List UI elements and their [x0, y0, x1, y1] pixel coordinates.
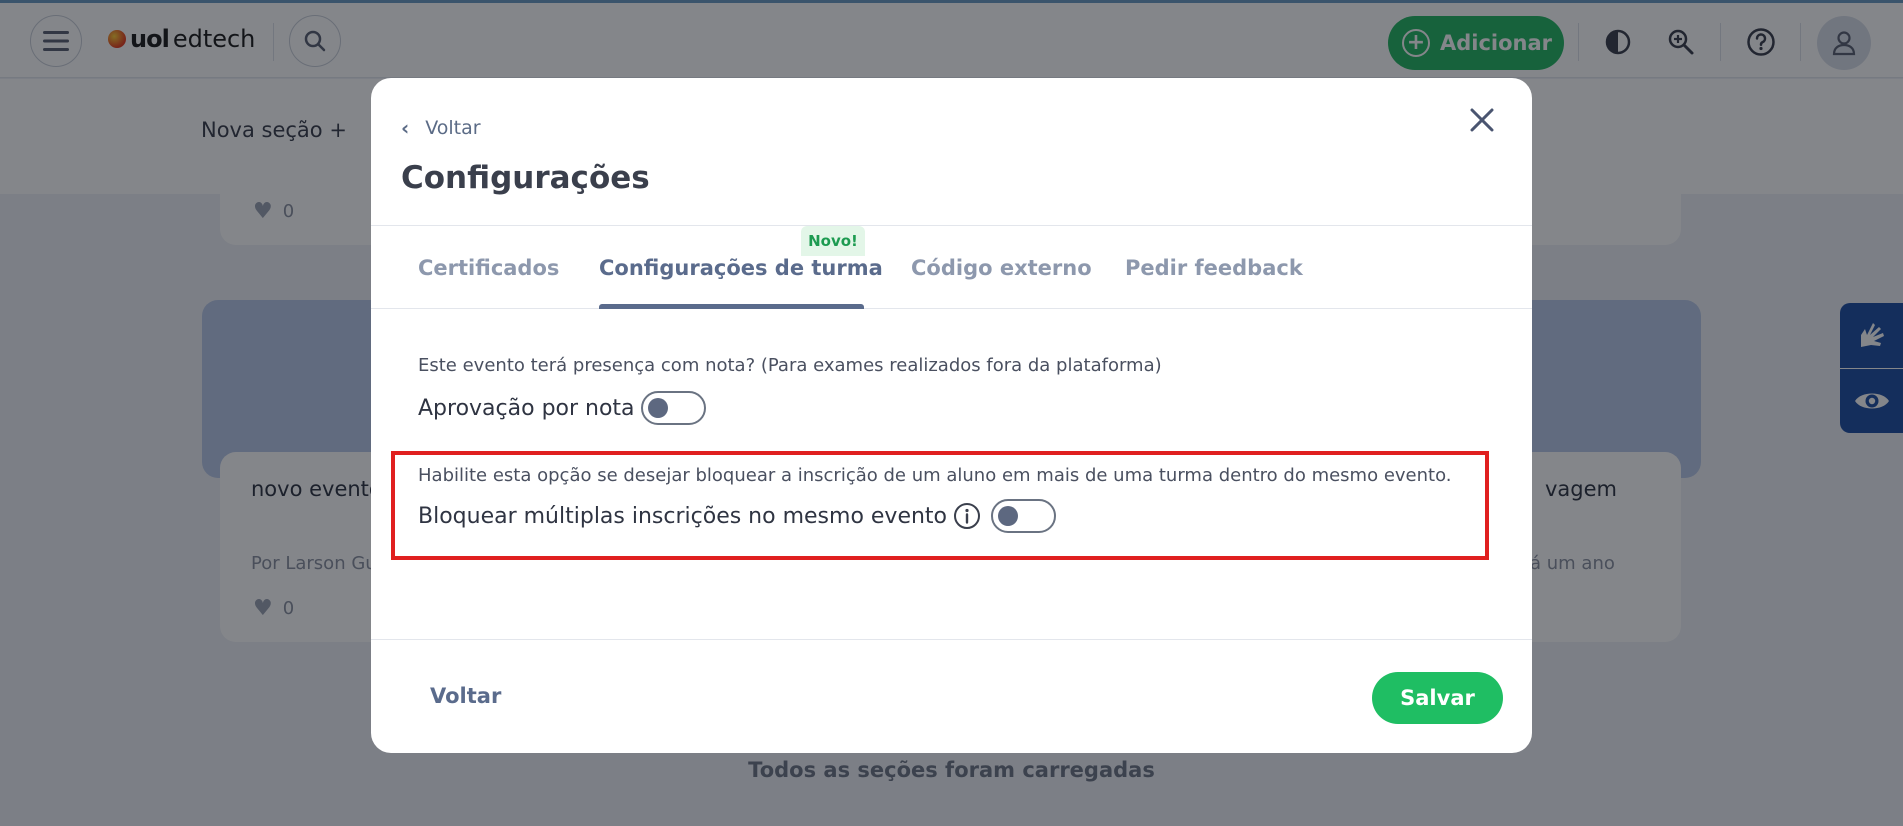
back-link[interactable]: ‹ Voltar [401, 116, 481, 140]
tab-configuracoes-de-turma[interactable]: Configurações de turma [599, 256, 883, 280]
settings-tabs: Certificados Novo! Configurações de turm… [371, 226, 1532, 309]
modal-title: Configurações [401, 160, 650, 196]
tab-certificados[interactable]: Certificados [418, 256, 559, 280]
close-icon [1470, 108, 1494, 132]
block-description-text: Habilite esta opção se desejar bloquear … [418, 465, 1452, 486]
back-link-label: Voltar [425, 117, 481, 139]
block-multiple-enrollments-toggle[interactable] [991, 499, 1057, 533]
grade-approval-row: Aprovação por nota [418, 391, 706, 425]
grade-approval-toggle[interactable] [640, 391, 706, 425]
save-button[interactable]: Salvar [1372, 672, 1503, 724]
toggle-knob [998, 506, 1019, 526]
active-tab-indicator [599, 304, 864, 309]
footer-back-button[interactable]: Voltar [430, 684, 501, 708]
grade-question-text: Este evento terá presença com nota? (Par… [418, 355, 1162, 376]
block-multiple-enrollments-row: Bloquear múltiplas inscrições no mesmo e… [418, 499, 1057, 533]
toggle-knob [647, 398, 668, 418]
settings-modal: ‹ Voltar Configurações Certificados Novo… [371, 78, 1532, 753]
grade-approval-label: Aprovação por nota [418, 395, 635, 421]
tab-pedir-feedback[interactable]: Pedir feedback [1125, 256, 1303, 280]
close-button[interactable] [1462, 100, 1502, 140]
block-multiple-enrollments-label: Bloquear múltiplas inscrições no mesmo e… [418, 503, 948, 529]
new-badge: Novo! [801, 226, 865, 256]
chevron-left-icon: ‹ [401, 116, 410, 140]
info-icon[interactable] [953, 502, 981, 530]
divider [371, 639, 1532, 640]
tab-codigo-externo[interactable]: Código externo [911, 256, 1092, 280]
